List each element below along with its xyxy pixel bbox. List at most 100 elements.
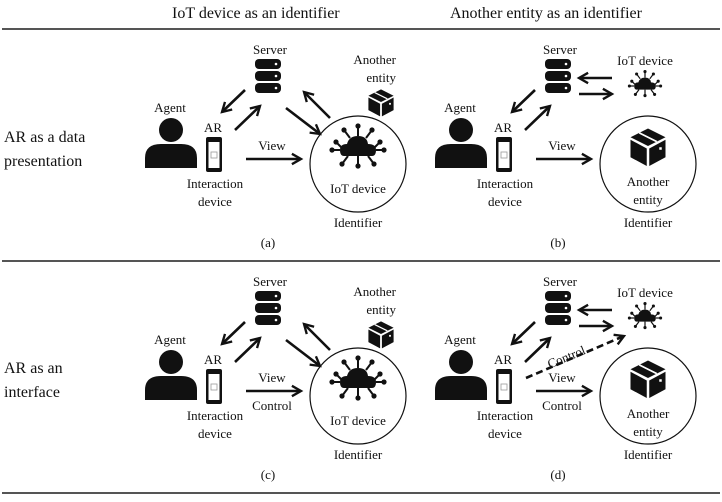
box-label	[389, 102, 391, 105]
agent-icon	[435, 118, 487, 168]
circuit-node	[355, 163, 361, 169]
view-label: View	[258, 370, 286, 385]
server-light	[274, 74, 278, 78]
server-light	[274, 62, 278, 66]
iot-to-server-arrow	[302, 90, 331, 119]
server-to-ar-arrow	[220, 89, 246, 114]
server-to-ar-arrow	[220, 321, 246, 346]
server-to-ar-arrow	[510, 89, 536, 114]
circuit-node	[333, 371, 339, 377]
circuit-node	[656, 79, 660, 83]
another-entity-label: entity	[366, 302, 396, 317]
server-light	[274, 86, 278, 90]
box-icon	[368, 321, 394, 349]
interaction-label: device	[198, 426, 232, 441]
circuit-node	[653, 92, 657, 96]
another-entity-label: entity	[366, 70, 396, 85]
iot-cloud-icon	[329, 355, 387, 401]
server-to-iot-arrow	[285, 106, 322, 136]
cloud-shape	[340, 136, 376, 156]
iot-device-label: IoT device	[330, 181, 386, 196]
server-light	[564, 306, 568, 310]
box-label	[389, 334, 391, 337]
iot-cloud-icon	[329, 123, 387, 169]
identifier-label: Identifier	[334, 215, 383, 230]
phone-screen	[498, 374, 510, 400]
iot-cloud-icon	[627, 70, 663, 98]
server-light	[274, 318, 278, 322]
phone-screen	[208, 142, 220, 168]
server-light	[274, 306, 278, 310]
circuit-node	[643, 94, 647, 98]
agent-body	[145, 144, 197, 168]
panel-caption: (d)	[550, 467, 565, 482]
circuit-node	[371, 393, 377, 399]
circuit-node	[371, 161, 377, 167]
agent-label: Agent	[154, 332, 186, 347]
server-label: Server	[253, 274, 288, 289]
server-label: Server	[543, 42, 578, 57]
phone-icon	[206, 369, 222, 404]
control-dashed-label: Control	[545, 342, 588, 371]
interaction-label: device	[488, 194, 522, 209]
identifier-label: Identifier	[334, 447, 383, 462]
another-entity-label: Another	[353, 52, 396, 67]
circuit-node	[381, 379, 387, 385]
ar-label: AR	[494, 120, 512, 135]
circuit-node	[339, 393, 345, 399]
box-label	[659, 147, 662, 150]
another-entity-label: Another	[627, 406, 670, 421]
iot-cloud-icon	[627, 302, 663, 330]
another-entity-label: Another	[353, 284, 396, 299]
circuit-node	[341, 359, 347, 365]
agent-icon	[145, 350, 197, 400]
phone-screen	[208, 374, 220, 400]
panel-d: Server Agent AR Interaction device Identifier…	[435, 274, 697, 482]
iot-to-server-arrow	[302, 322, 331, 351]
server-light	[564, 86, 568, 90]
identifier-label: Identifier	[624, 215, 673, 230]
circuit-node	[355, 395, 361, 401]
another-entity-label: entity	[633, 192, 663, 207]
ar-to-server-arrow	[234, 104, 262, 131]
agent-body	[435, 376, 487, 400]
ar-label: AR	[204, 352, 222, 367]
ar-label: AR	[494, 352, 512, 367]
circuit-node	[659, 84, 663, 88]
interaction-label: Interaction	[187, 176, 244, 191]
cloud-shape	[634, 77, 656, 90]
circuit-node	[656, 311, 660, 315]
agent-icon	[435, 350, 487, 400]
circuit-node	[627, 316, 631, 320]
interaction-label: device	[198, 194, 232, 209]
circuit-node	[329, 379, 335, 385]
iot-device-label: IoT device	[330, 413, 386, 428]
agent-icon	[145, 118, 197, 168]
circuit-node	[659, 316, 663, 320]
server-to-ar-arrow	[510, 321, 536, 346]
cloud-shape	[634, 309, 656, 322]
circuit-node	[643, 302, 647, 306]
circuit-node	[339, 161, 345, 167]
phone-icon	[206, 137, 222, 172]
server-light	[564, 318, 568, 322]
server-label: Server	[253, 42, 288, 57]
circuit-node	[369, 127, 375, 133]
server-to-iot-arrow	[285, 338, 322, 368]
phone-icon	[496, 137, 512, 172]
interaction-label: Interaction	[187, 408, 244, 423]
circuit-node	[381, 147, 387, 153]
circuit-node	[643, 70, 647, 74]
box-icon	[630, 128, 666, 166]
server-label: Server	[543, 274, 578, 289]
agent-head	[159, 118, 183, 142]
panel-caption: (c)	[261, 467, 275, 482]
circuit-node	[633, 324, 637, 328]
control-label: Control	[542, 398, 582, 413]
circuit-node	[651, 72, 655, 76]
circuit-node	[651, 304, 655, 308]
iot-device-label: IoT device	[617, 53, 673, 68]
circuit-node	[630, 311, 634, 315]
circuit-node	[630, 79, 634, 83]
server-light	[564, 62, 568, 66]
